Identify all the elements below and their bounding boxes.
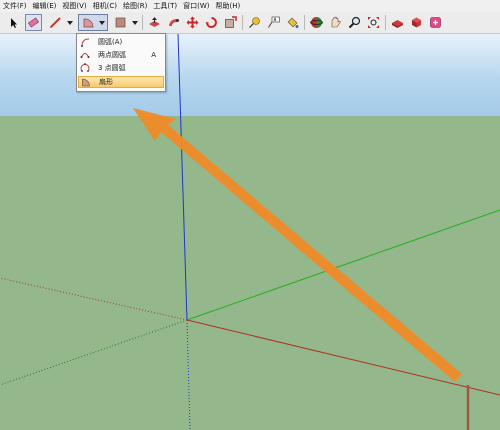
pencil-icon — [50, 17, 61, 28]
extension-tool-button[interactable] — [427, 14, 444, 31]
eraser-tool-button[interactable] — [25, 14, 42, 31]
rectangle-icon — [115, 17, 126, 28]
menu-bar: 文件(F) 编辑(E) 视图(V) 相机(C) 绘图(R) 工具(T) 窗口(W) 帮助(H) — [0, 0, 500, 12]
components-icon — [412, 17, 421, 28]
menu-item-label: 两点圆弧 — [98, 51, 126, 59]
follow-me-icon — [169, 19, 179, 26]
arc-icon — [81, 38, 90, 47]
tape-measure-tool-button[interactable] — [246, 14, 263, 31]
push-pull-icon — [149, 17, 160, 27]
menu-window[interactable]: 窗口(W) — [180, 0, 212, 12]
move-icon — [186, 16, 199, 29]
warehouse-icon — [392, 20, 403, 28]
follow-me-tool-button[interactable] — [165, 14, 182, 31]
paint-bucket-tool-button[interactable] — [284, 14, 301, 31]
paint-bucket-icon — [287, 17, 299, 28]
orbit-tool-button[interactable] — [308, 14, 325, 31]
menu-item-two-point-arc[interactable]: 两点圆弧 A — [78, 49, 164, 61]
three-point-arc-icon — [80, 63, 90, 72]
pan-tool-button[interactable] — [327, 14, 344, 31]
toolbar — [0, 12, 500, 34]
green-axis — [186, 209, 500, 321]
text-tool-button[interactable] — [265, 14, 282, 31]
menu-file[interactable]: 文件(F) — [0, 0, 30, 12]
warehouse-tool-button[interactable] — [389, 14, 406, 31]
move-tool-button[interactable] — [184, 14, 201, 31]
green-axis-dotted — [0, 319, 188, 386]
arc-tool-button[interactable] — [78, 14, 108, 31]
zoom-tool-button[interactable] — [346, 14, 363, 31]
toolbar-separator — [242, 15, 243, 30]
menu-item-label: 扇形 — [99, 78, 113, 86]
menu-item-three-point-arc[interactable]: 3 点圆弧 — [78, 62, 164, 74]
select-icon — [10, 17, 17, 28]
menu-draw[interactable]: 绘图(R) — [120, 0, 150, 12]
shape-dropdown-caret[interactable] — [130, 14, 139, 31]
toolbar-separator — [385, 15, 386, 30]
menu-item-pie[interactable]: 扇形 — [78, 76, 164, 88]
rectangle-tool-button[interactable] — [112, 14, 129, 31]
menu-item-arc[interactable]: 圆弧(A) — [78, 36, 164, 48]
menu-item-label: 3 点圆弧 — [98, 64, 126, 72]
blue-axis — [177, 33, 188, 321]
zoom-icon — [348, 16, 361, 29]
arc-tool-dropdown-menu: 圆弧(A) 两点圆弧 A 3 点圆弧 扇形 — [76, 33, 166, 92]
chevron-down-icon — [131, 20, 138, 25]
red-axis-dotted — [0, 277, 188, 321]
chevron-down-icon — [66, 20, 73, 25]
toolbar-separator — [142, 15, 143, 30]
pan-icon — [331, 16, 341, 28]
offset-tool-button[interactable] — [222, 14, 239, 31]
menu-view[interactable]: 视图(V) — [59, 0, 89, 12]
menu-item-shortcut: A — [151, 51, 156, 59]
rotate-icon — [205, 17, 217, 28]
menu-item-label: 圆弧(A) — [98, 38, 123, 46]
eraser-icon — [27, 17, 40, 28]
drawing-viewport[interactable] — [0, 0, 500, 430]
pencil-dropdown-caret[interactable] — [65, 14, 74, 31]
push-pull-tool-button[interactable] — [146, 14, 163, 31]
menu-edit[interactable]: 编辑(E) — [30, 0, 60, 12]
rotate-tool-button[interactable] — [203, 14, 220, 31]
components-tool-button[interactable] — [408, 14, 425, 31]
red-axis — [186, 319, 500, 396]
sector-icon — [83, 18, 93, 28]
offset-icon — [225, 16, 237, 28]
two-point-arc-icon — [80, 53, 90, 58]
menu-help[interactable]: 帮助(H) — [212, 0, 243, 12]
zoom-extents-tool-button[interactable] — [365, 14, 382, 31]
extension-icon — [430, 17, 441, 28]
zoom-extents-icon — [368, 17, 379, 28]
annotation-arrow — [133, 108, 462, 382]
chevron-down-icon — [98, 20, 105, 25]
menu-tools[interactable]: 工具(T) — [150, 0, 180, 12]
pie-icon — [82, 78, 90, 87]
select-tool-button[interactable] — [5, 14, 22, 31]
menu-camera[interactable]: 相机(C) — [90, 0, 120, 12]
text-icon — [268, 16, 280, 28]
tape-measure-icon — [249, 17, 260, 28]
blue-axis-dotted — [186, 319, 191, 430]
pencil-tool-button[interactable] — [47, 14, 64, 31]
toolbar-separator — [304, 15, 305, 30]
orbit-icon — [310, 17, 323, 28]
